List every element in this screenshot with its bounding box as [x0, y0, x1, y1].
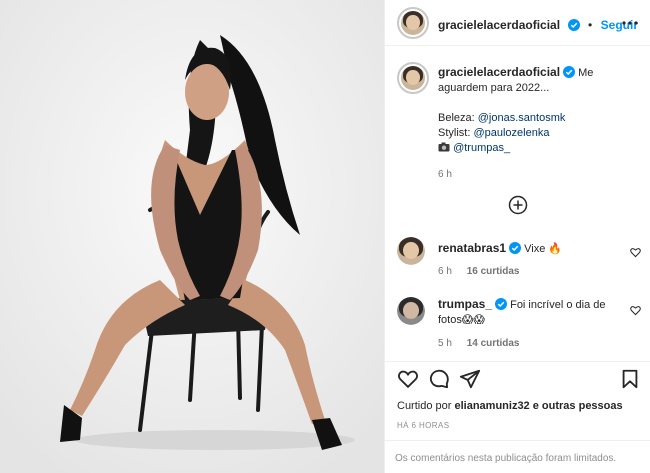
comment-time[interactable]: 6 h	[438, 266, 452, 277]
author-username[interactable]: gracielelacerdaoficial	[438, 18, 560, 32]
verified-badge-icon	[567, 19, 580, 31]
bookmark-icon[interactable]	[619, 368, 641, 390]
comment-item: renatabras1 Vixe 🔥 6 h 16 curtidas	[385, 233, 650, 283]
liked-by-prefix: Curtido por	[397, 400, 452, 412]
comment-meta: 5 h 14 curtidas	[438, 338, 520, 349]
beauty-label: Beleza:	[438, 112, 475, 124]
comment-username[interactable]: trumpas_	[438, 297, 492, 311]
stylist-label: Stylist:	[438, 127, 471, 139]
caption-username[interactable]: gracielelacerdaoficial	[438, 65, 560, 79]
header-meta: gracielelacerdaoficial • Seguir	[438, 16, 638, 34]
heart-icon[interactable]	[630, 247, 641, 258]
post-header: gracielelacerdaoficial • Seguir	[385, 0, 650, 46]
comment-likes[interactable]: 14 curtidas	[467, 338, 520, 349]
liked-by-user[interactable]: elianamuniz32	[454, 400, 529, 412]
verified-badge-icon	[509, 242, 522, 254]
photo-illustration	[0, 0, 384, 473]
comments-limited-text: Os comentários nesta publicação foram li…	[395, 453, 617, 464]
verified-badge-icon	[495, 298, 508, 310]
send-icon[interactable]	[459, 368, 481, 390]
heart-icon[interactable]	[397, 368, 419, 390]
commenter-avatar[interactable]	[397, 297, 425, 325]
comments-area: gracielelacerdaoficial Me aguardem para …	[385, 47, 650, 361]
header-separator: •	[587, 18, 593, 32]
post-caption: gracielelacerdaoficial Me aguardem para …	[438, 65, 638, 182]
author-avatar[interactable]	[397, 7, 429, 39]
plus-circle-icon[interactable]	[508, 195, 528, 215]
verified-badge-icon	[563, 66, 576, 78]
comment-item: trumpas_ Foi incrível o dia de fotos😱😱 5…	[385, 291, 650, 355]
caption-time[interactable]: 6 h	[438, 167, 638, 182]
comment-text: Vixe 🔥	[524, 243, 563, 255]
comment-username[interactable]: renatabras1	[438, 241, 506, 255]
comment-icon[interactable]	[428, 368, 450, 390]
post-actions: Curtido por elianamuniz32 e outras pesso…	[385, 361, 650, 473]
more-horizontal-icon[interactable]	[621, 14, 639, 32]
comment-body: renatabras1 Vixe 🔥	[438, 241, 618, 257]
heart-icon[interactable]	[630, 305, 641, 316]
comment-body: trumpas_ Foi incrível o dia de fotos😱😱	[438, 297, 613, 328]
stylist-mention[interactable]: @paulozelenka	[473, 127, 549, 139]
commenter-avatar[interactable]	[397, 237, 425, 265]
camera-icon	[438, 142, 450, 152]
liked-by: Curtido por elianamuniz32 e outras pesso…	[397, 400, 623, 412]
liked-by-others[interactable]: e outras pessoas	[533, 400, 623, 412]
caption-avatar[interactable]	[397, 62, 429, 94]
comment-likes[interactable]: 16 curtidas	[467, 266, 520, 277]
camera-mention[interactable]: @trumpas_	[453, 142, 510, 154]
post-photo[interactable]	[0, 0, 384, 473]
post-timestamp[interactable]: HÁ 6 HORAS	[397, 421, 449, 430]
beauty-mention[interactable]: @jonas.santosmk	[478, 112, 566, 124]
comments-limited-notice: Os comentários nesta publicação foram li…	[385, 440, 650, 473]
comment-time[interactable]: 5 h	[438, 338, 452, 349]
post-details-panel: gracielelacerdaoficial • Seguir graciele…	[384, 0, 650, 473]
comment-meta: 6 h 16 curtidas	[438, 266, 520, 277]
